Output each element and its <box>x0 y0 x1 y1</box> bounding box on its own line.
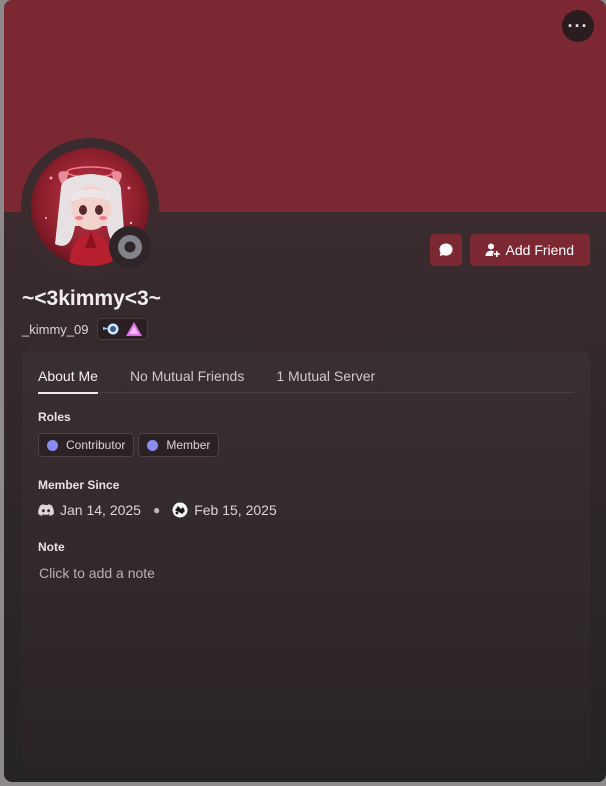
offline-status-icon <box>118 235 142 259</box>
profile-actions: Add Friend <box>429 234 590 266</box>
role-color-dot <box>47 439 58 451</box>
avatar-container <box>21 138 159 276</box>
more-icon: ··· <box>567 15 589 36</box>
role-contributor[interactable]: Contributor <box>38 433 135 457</box>
server-icon <box>172 502 188 518</box>
tab-mutual-friends[interactable]: No Mutual Friends <box>130 368 244 392</box>
roles-list: Contributor Member <box>38 433 220 457</box>
role-member[interactable]: Member <box>138 433 220 457</box>
tab-about-me[interactable]: About Me <box>38 368 98 394</box>
username: _kimmy_09 <box>22 321 89 337</box>
display-name: ~<3kimmy<3~ <box>22 287 161 310</box>
separator-dot: ● <box>152 503 161 517</box>
discord-join-date: Jan 14, 2025 <box>60 502 141 518</box>
profile-popout: ··· Add Friend ~<3kimmy<3~ _kimmy_09 Abo… <box>4 0 606 782</box>
message-button[interactable] <box>429 234 462 266</box>
role-label: Member <box>166 438 211 452</box>
note-input[interactable] <box>34 563 580 583</box>
badge-list <box>97 318 149 340</box>
member-since-row: Jan 14, 2025 ● Feb 15, 2025 <box>38 502 277 518</box>
profile-tabs: About Me No Mutual Friends 1 Mutual Serv… <box>38 368 574 394</box>
status-indicator <box>109 226 151 268</box>
more-options-button[interactable]: ··· <box>562 10 594 42</box>
username-row: _kimmy_09 <box>22 318 149 340</box>
role-color-dot <box>147 439 159 451</box>
add-friend-button[interactable]: Add Friend <box>469 234 590 266</box>
hypesquad-balance-icon[interactable] <box>102 322 122 336</box>
chat-bubble-icon <box>439 243 453 256</box>
role-label: Contributor <box>66 438 126 452</box>
note-heading: Note <box>38 540 65 554</box>
roles-heading: Roles <box>38 410 71 424</box>
server-join-date: Feb 15, 2025 <box>194 502 277 518</box>
tab-mutual-servers[interactable]: 1 Mutual Server <box>276 368 375 392</box>
discord-logo-icon <box>38 503 54 516</box>
add-user-icon <box>485 243 500 257</box>
member-since-heading: Member Since <box>38 478 120 492</box>
profile-card: About Me No Mutual Friends 1 Mutual Serv… <box>22 351 590 765</box>
add-friend-label: Add Friend <box>505 242 574 258</box>
triangle-gem-icon[interactable] <box>125 321 143 337</box>
